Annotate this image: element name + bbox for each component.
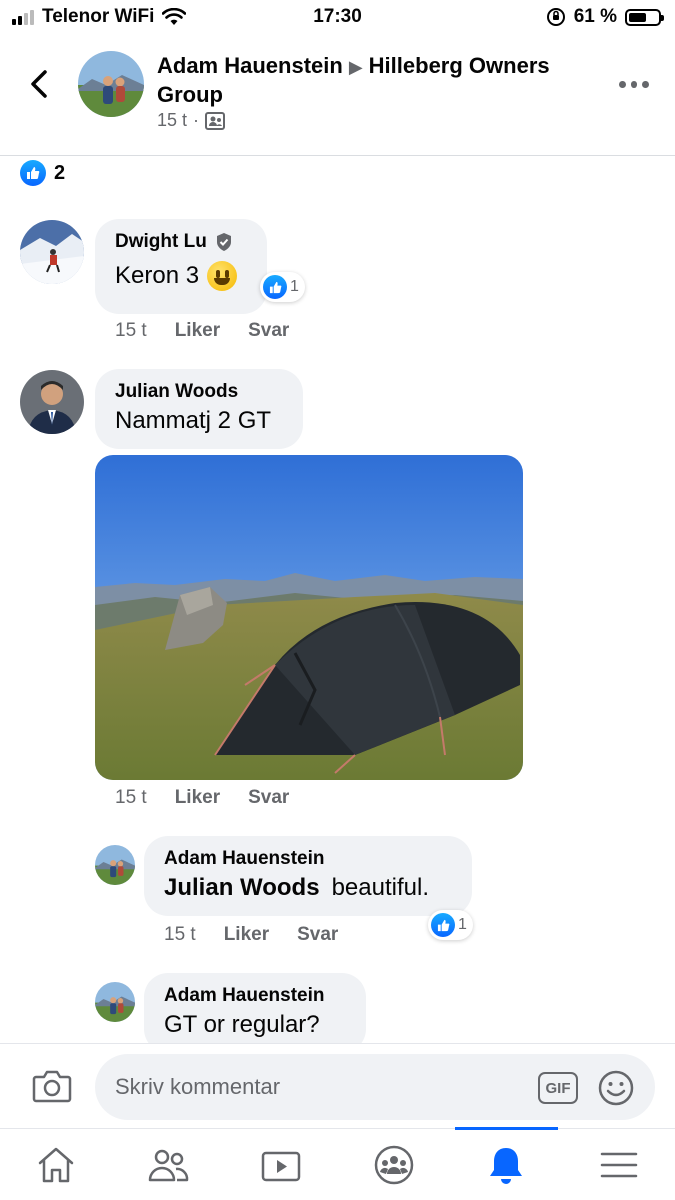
battery-percent: 61 % (573, 6, 617, 27)
groups-icon (374, 1145, 414, 1185)
active-tab-indicator (455, 1127, 558, 1130)
reply-author: Adam Hauenstein (164, 848, 452, 870)
comment-text-row: Keron 3 (115, 261, 247, 291)
gif-button[interactable]: GIF (538, 1072, 578, 1104)
comment-time: 15 t (115, 320, 147, 341)
reply-text-row: Julian Woods beautiful. (164, 874, 452, 902)
commenter-avatar[interactable] (20, 370, 84, 434)
reply-reaction-count: 1 (458, 916, 467, 933)
status-bar: Telenor WiFi 17:30 61 % (0, 0, 675, 36)
comment-author-name[interactable]: Julian Woods (115, 381, 238, 403)
like-reaction-icon (431, 913, 455, 937)
camera-icon (32, 1070, 72, 1103)
reply-time: 15 t (164, 924, 196, 945)
comment-actions: 15 t Liker Svar (115, 787, 289, 809)
reply-avatar[interactable] (95, 845, 135, 885)
like-reaction-icon (20, 160, 46, 186)
reply-bubble[interactable]: Adam Hauenstein GT or regular? (144, 973, 366, 1053)
like-button[interactable]: Liker (175, 320, 220, 342)
comment-author: Julian Woods (115, 381, 283, 403)
post-header: Adam Hauenstein ▶ Hilleberg Owners Group 1… (0, 36, 675, 156)
emoji-button[interactable] (598, 1070, 634, 1106)
post-reactions[interactable]: 2 (20, 160, 65, 186)
comment-text-row: Nammatj 2 GT (115, 407, 283, 435)
tab-home[interactable] (0, 1137, 112, 1193)
reply-author-name[interactable]: Adam Hauenstein (164, 848, 324, 870)
reply-button[interactable]: Svar (248, 787, 289, 809)
mention-link[interactable]: Julian Woods (164, 874, 320, 902)
reply-text: beautiful. (331, 874, 429, 901)
tab-notifications[interactable] (450, 1137, 562, 1193)
chevron-left-icon (31, 70, 47, 98)
more-dots-icon (619, 80, 626, 88)
bottom-tab-bar (0, 1127, 675, 1200)
smiling-emoji-icon (207, 261, 238, 291)
comment-composer: GIF (0, 1043, 675, 1131)
notifications-icon (490, 1148, 522, 1184)
reply-actions: 15 t Liker Svar (164, 924, 338, 946)
reply-button[interactable]: Svar (297, 924, 338, 946)
reply-text: GT or regular? (164, 1011, 320, 1038)
reply-author: Adam Hauenstein (164, 985, 346, 1007)
comment-actions: 15 t Liker Svar (115, 320, 289, 342)
reply-reaction-pill[interactable]: 1 (428, 910, 473, 940)
reply-author-name[interactable]: Adam Hauenstein (164, 985, 324, 1007)
like-button[interactable]: Liker (224, 924, 269, 946)
comment-bubble[interactable]: Julian Woods Nammatj 2 GT (95, 369, 303, 449)
post-title[interactable]: Adam Hauenstein ▶ Hilleberg Owners Group (157, 52, 587, 109)
reply-avatar[interactable] (95, 982, 135, 1022)
tab-menu[interactable] (563, 1137, 675, 1193)
comment-bubble[interactable]: Dwight Lu Keron 3 (95, 219, 267, 314)
rotation-lock-icon (546, 8, 565, 26)
comment-reaction-count: 1 (290, 278, 299, 295)
post-time[interactable]: 15 t (157, 110, 187, 131)
author-name[interactable]: Adam Hauenstein (157, 53, 343, 78)
tab-groups[interactable] (338, 1137, 450, 1193)
tab-friends[interactable] (112, 1137, 224, 1193)
verified-shield-icon (216, 233, 231, 251)
home-icon (38, 1147, 74, 1183)
post-reaction-count: 2 (54, 161, 66, 184)
more-options-button[interactable] (619, 76, 650, 92)
comment-reaction-pill[interactable]: 1 (260, 272, 305, 302)
friends-icon (148, 1149, 189, 1182)
battery-icon (625, 8, 664, 26)
comment-author: Dwight Lu (115, 231, 247, 253)
watch-icon (261, 1151, 301, 1182)
author-avatar[interactable] (78, 51, 144, 117)
reply-bubble[interactable]: Adam Hauenstein Julian Woods beautiful. (144, 836, 472, 916)
comment-text: Keron 3 (115, 262, 200, 289)
reply-button[interactable]: Svar (248, 320, 289, 342)
comment-photo[interactable] (95, 455, 523, 780)
camera-button[interactable] (32, 1068, 72, 1104)
back-button[interactable] (22, 66, 58, 102)
status-right: 61 % (546, 6, 664, 28)
commenter-avatar[interactable] (20, 220, 84, 284)
meta-separator: · (193, 110, 200, 130)
menu-icon (600, 1152, 638, 1178)
post-meta: 15 t · (157, 110, 226, 131)
arrow-right-icon: ▶ (348, 57, 363, 77)
like-button[interactable]: Liker (175, 787, 220, 809)
smiley-icon (598, 1070, 634, 1106)
like-reaction-icon (263, 275, 287, 299)
reply-text-row: GT or regular? (164, 1011, 346, 1039)
group-members-icon (205, 111, 226, 130)
tab-watch[interactable] (225, 1137, 337, 1193)
comment-text: Nammatj 2 GT (115, 407, 272, 434)
comment-time: 15 t (115, 787, 147, 808)
comment-author-name[interactable]: Dwight Lu (115, 231, 207, 253)
